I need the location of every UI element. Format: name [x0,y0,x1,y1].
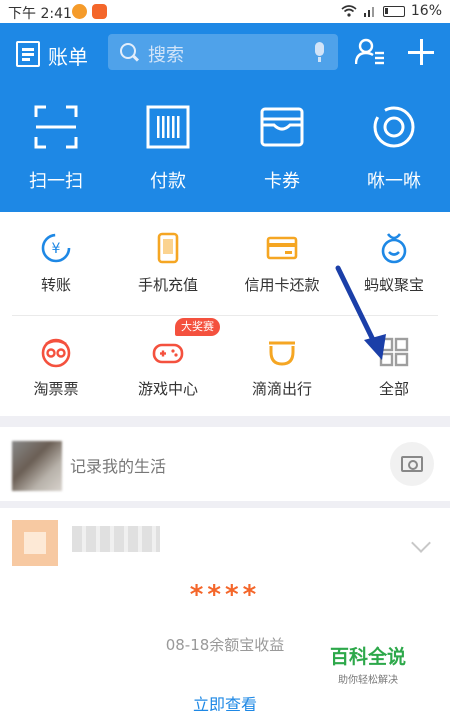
search-icon [120,43,136,59]
svg-text:¥: ¥ [52,241,61,257]
grid-all-icon [379,337,409,367]
status-indicators: 16% [341,3,442,19]
microphone-icon[interactable] [315,42,324,62]
grid-item-transfer[interactable]: ¥ 转账 [0,212,112,312]
grid-item-ant-fortune[interactable]: 蚂蚁聚宝 [338,212,450,312]
didi-icon [269,341,295,366]
plus-icon[interactable] [408,39,434,65]
ant-fortune-icon [381,233,407,264]
bill-label[interactable]: 账单 [48,41,88,70]
life-record-label[interactable]: 记录我的生活 [70,453,166,477]
function-grid: ¥ 转账 手机充值 信用卡还款 蚂蚁聚宝 淘票票 游戏中心 滴滴出行 全部 [0,212,450,416]
transfer-icon: ¥ [41,233,71,263]
wifi-icon [341,5,357,17]
phone-topup-label: 手机充值 [137,276,198,294]
app-notification-icon [92,4,107,19]
battery-icon [382,5,405,17]
earnings-amount: **** [189,580,261,610]
search-box[interactable]: 搜索 [108,34,338,70]
view-now-link[interactable]: 立即查看 [0,691,450,711]
game-center-label: 游戏中心 [137,380,198,398]
transfer-label: 转账 [40,276,71,294]
status-bar: 下午 2:41 16% [0,0,450,23]
didi-label: 滴滴出行 [251,380,312,398]
scan-button[interactable]: 扫一扫 [0,105,112,215]
header: 账单 搜索 扫一扫 付款 卡券 咻一咻 [0,23,450,212]
pay-label: 付款 [150,171,186,192]
contacts-icon[interactable] [355,38,385,66]
watermark-subtitle: 助你轻松解决 [338,675,398,686]
card-title-blurred [72,526,160,552]
scan-icon [34,105,78,149]
all-label: 全部 [378,380,409,398]
shake-icon [373,106,415,148]
scan-label: 扫一扫 [29,171,83,192]
signal-icon [363,7,374,17]
watermark: 百科全说 助你轻松解决 [326,642,410,686]
card-coupon-button[interactable]: 卡券 [226,105,338,215]
grid-item-credit-card[interactable]: 信用卡还款 [226,212,338,312]
phone-topup-icon [157,232,179,264]
contest-badge: 大奖赛 [175,318,220,336]
grid-item-didi[interactable]: 滴滴出行 [226,316,338,416]
status-time: 下午 2:41 [8,6,72,22]
search-placeholder[interactable]: 搜索 [148,41,184,67]
ant-fortune-label: 蚂蚁聚宝 [363,276,424,294]
credit-card-label: 信用卡还款 [244,276,320,294]
shake-button[interactable]: 咻一咻 [338,105,450,215]
card-coupon-label: 卡券 [264,171,300,192]
movie-ticket-icon [41,338,71,368]
camera-icon [401,456,423,472]
battery-level: 16% [410,3,442,19]
card-thumbnail [12,520,58,566]
card-wallet-icon [260,107,304,147]
chat-notification-icon [72,4,87,19]
life-record-row[interactable]: 记录我的生活 [0,427,450,501]
shake-label: 咻一咻 [367,171,421,192]
watermark-title: 百科全说 [329,646,406,668]
camera-button[interactable] [390,442,434,486]
grid-item-movie-ticket[interactable]: 淘票票 [0,316,112,416]
bill-icon[interactable] [16,41,40,67]
avatar [12,441,62,491]
grid-item-all[interactable]: 全部 [338,316,450,416]
barcode-icon [146,105,190,149]
chevron-down-icon[interactable] [411,533,431,553]
movie-ticket-label: 淘票票 [33,380,79,398]
credit-card-icon [266,236,298,260]
grid-item-phone-topup[interactable]: 手机充值 [112,212,224,312]
gamepad-icon [152,343,184,364]
pay-button[interactable]: 付款 [112,105,224,215]
